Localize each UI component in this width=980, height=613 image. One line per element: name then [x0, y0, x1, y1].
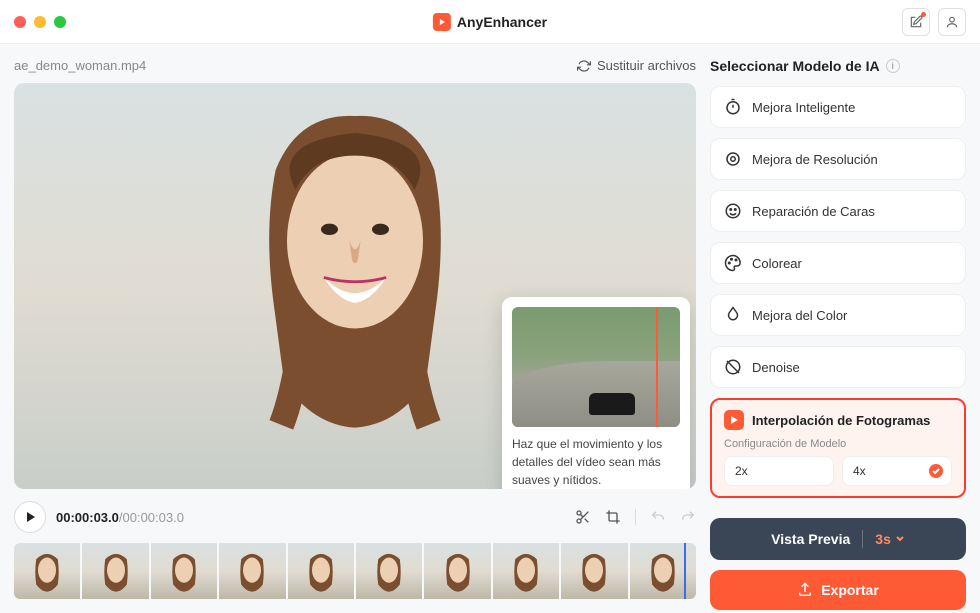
interpolation-icon — [724, 410, 744, 430]
model-label: Mejora Inteligente — [752, 100, 855, 115]
edit-icon-button[interactable] — [902, 8, 930, 36]
timeline-thumb — [82, 543, 148, 599]
multiplier-2x[interactable]: 2x — [724, 456, 834, 486]
timeline[interactable] — [14, 543, 696, 599]
multiplier-4x[interactable]: 4x — [842, 456, 952, 486]
model-denoise[interactable]: Denoise — [710, 346, 966, 388]
crop-icon[interactable] — [605, 509, 621, 525]
selected-model-label: Interpolación de Fotogramas — [752, 413, 930, 428]
config-label: Configuración de Modelo — [724, 438, 952, 450]
model-label: Mejora del Color — [752, 308, 847, 323]
maximize-window-button[interactable] — [54, 16, 66, 28]
replace-file-label: Sustituir archivos — [597, 58, 696, 73]
preview-duration-selector[interactable]: 3s — [875, 531, 905, 547]
face-icon — [724, 202, 742, 220]
model-label: Reparación de Caras — [752, 204, 875, 219]
model-tooltip-card: Haz que el movimiento y los detalles del… — [502, 297, 690, 489]
timeline-thumb — [14, 543, 80, 599]
export-icon — [797, 582, 813, 598]
timeline-thumb — [356, 543, 422, 599]
model-label: Mejora de Resolución — [752, 152, 878, 167]
preview-label: Vista Previa — [771, 531, 850, 547]
palette-icon — [724, 254, 742, 272]
account-icon-button[interactable] — [938, 8, 966, 36]
check-icon — [929, 464, 943, 478]
info-icon[interactable]: i — [886, 59, 900, 73]
model-color-enhance[interactable]: Mejora del Color — [710, 294, 966, 336]
stopwatch-icon — [724, 98, 742, 116]
playback-time: 00:00:03.0/00:00:03.0 — [56, 510, 184, 525]
close-window-button[interactable] — [14, 16, 26, 28]
export-label: Exportar — [821, 582, 879, 598]
minimize-window-button[interactable] — [34, 16, 46, 28]
app-logo-icon — [433, 13, 451, 31]
model-resolution[interactable]: Mejora de Resolución — [710, 138, 966, 180]
filename-label: ae_demo_woman.mp4 — [14, 58, 146, 73]
timeline-thumb — [151, 543, 217, 599]
titlebar: AnyEnhancer — [0, 0, 980, 44]
replace-file-button[interactable]: Sustituir archivos — [577, 58, 696, 73]
model-smart-enhance[interactable]: Mejora Inteligente — [710, 86, 966, 128]
export-button[interactable]: Exportar — [710, 570, 966, 610]
model-label: Colorear — [752, 256, 802, 271]
cut-icon[interactable] — [575, 509, 591, 525]
timeline-thumb — [219, 543, 285, 599]
preview-button[interactable]: Vista Previa 3s — [710, 518, 966, 560]
timeline-playhead[interactable] — [684, 543, 686, 599]
refresh-icon — [577, 59, 591, 73]
tooltip-text: Haz que el movimiento y los detalles del… — [512, 435, 680, 489]
timeline-thumb — [493, 543, 559, 599]
app-title: AnyEnhancer — [457, 14, 547, 30]
chevron-down-icon — [895, 534, 905, 544]
undo-icon[interactable] — [650, 509, 666, 525]
resolution-icon — [724, 150, 742, 168]
timeline-thumb — [630, 543, 696, 599]
play-button[interactable] — [14, 501, 46, 533]
video-preview[interactable]: Haz que el movimiento y los detalles del… — [14, 83, 696, 489]
video-subject-illustration — [205, 99, 505, 439]
redo-icon[interactable] — [680, 509, 696, 525]
denoise-icon — [724, 358, 742, 376]
timeline-thumb — [424, 543, 490, 599]
panel-title: Seleccionar Modelo de IA i — [710, 58, 966, 74]
model-face-repair[interactable]: Reparación de Caras — [710, 190, 966, 232]
play-icon — [24, 511, 36, 523]
model-colorize[interactable]: Colorear — [710, 242, 966, 284]
timeline-thumb — [288, 543, 354, 599]
model-frame-interpolation[interactable]: Interpolación de Fotogramas Configuració… — [710, 398, 966, 498]
timeline-thumb — [561, 543, 627, 599]
tooltip-preview-image — [512, 307, 680, 427]
model-label: Denoise — [752, 360, 800, 375]
droplet-icon — [724, 306, 742, 324]
